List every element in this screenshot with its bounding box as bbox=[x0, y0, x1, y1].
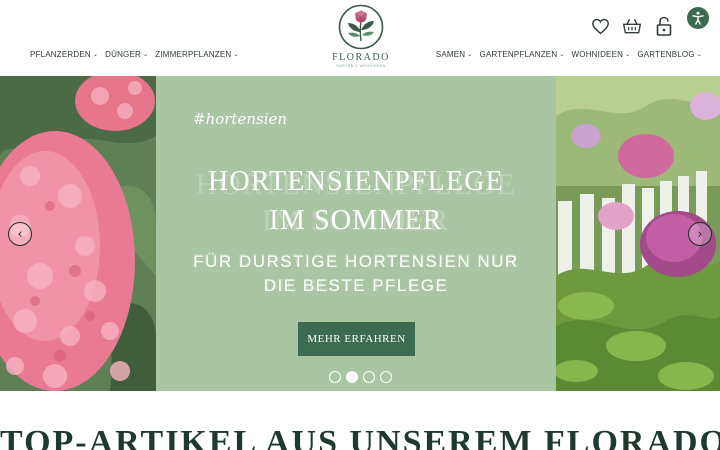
main-nav-right: SAMEN ⌄ GARTENPFLANZEN ⌄ WOHNIDEEN ⌄ GARTEN… bbox=[436, 50, 702, 59]
section-heading-top-articles: TOP-ARTIKEL AUS UNSEREM FLORADO- bbox=[0, 424, 720, 450]
site-header: PFLANZERDEN ⌄ DÜNGER ⌄ ZIMMERPFLANZEN ⌄ FLO… bbox=[0, 0, 720, 76]
hero-hashtag: #hortensien bbox=[193, 110, 288, 128]
slider-prev-button[interactable]: ‹ bbox=[8, 222, 32, 246]
nav-label: GARTENPFLANZEN bbox=[479, 50, 558, 59]
hero-slider: #hortensien HORTENSIENPFLEGE IM SOMMER F… bbox=[0, 76, 720, 391]
nav-item-pflanzerden[interactable]: PFLANZERDEN ⌄ bbox=[30, 50, 98, 59]
chevron-down-icon: ⌄ bbox=[559, 52, 565, 58]
hero-subtitle-line-2: DIE BESTE PFLEGE bbox=[263, 276, 449, 295]
nav-item-gartenpflanzen[interactable]: GARTENPFLANZEN ⌄ bbox=[480, 50, 565, 59]
hero-title-line-1: HORTENSIENPFLEGE bbox=[208, 166, 504, 197]
accessibility-icon[interactable] bbox=[687, 7, 709, 29]
brand-tagline: GARTEN & WOHNIDEEN bbox=[336, 64, 386, 68]
hero-subtitle-line-1: FÜR DURSTIGE HORTENSIEN NUR bbox=[193, 252, 519, 271]
chevron-down-icon: ⌄ bbox=[625, 52, 631, 58]
hero-text-panel: #hortensien HORTENSIENPFLEGE IM SOMMER F… bbox=[156, 76, 556, 391]
slider-pagination bbox=[329, 371, 392, 383]
slider-dot-3[interactable] bbox=[363, 371, 375, 383]
chevron-down-icon: ⌄ bbox=[143, 52, 149, 58]
nav-label: SAMEN bbox=[435, 50, 466, 59]
logo-emblem-icon bbox=[338, 4, 384, 50]
slider-dot-2[interactable] bbox=[346, 371, 358, 383]
chevron-down-icon: ⌄ bbox=[92, 52, 99, 58]
nav-item-duenger[interactable]: DÜNGER ⌄ bbox=[105, 50, 148, 59]
site-logo[interactable]: FLORADO GARTEN & WOHNIDEEN bbox=[332, 4, 390, 68]
slider-next-button[interactable]: › bbox=[688, 222, 712, 246]
nav-item-samen[interactable]: SAMEN ⌄ bbox=[436, 50, 473, 59]
chevron-down-icon: ⌄ bbox=[233, 52, 239, 58]
nav-label: PFLANZERDEN bbox=[30, 50, 91, 59]
nav-label: WOHNIDEEN bbox=[571, 50, 624, 59]
hero-title-line-2: IM SOMMER bbox=[269, 205, 443, 236]
header-icon-group bbox=[590, 16, 674, 36]
slider-dot-4[interactable] bbox=[380, 371, 392, 383]
heart-icon[interactable] bbox=[590, 16, 610, 36]
nav-item-wohnideen[interactable]: WOHNIDEEN ⌄ bbox=[572, 50, 631, 59]
chevron-down-icon: ⌄ bbox=[696, 52, 702, 58]
nav-label: GARTENBLOG bbox=[637, 50, 695, 59]
brand-name: FLORADO bbox=[332, 52, 390, 63]
nav-label: ZIMMERPFLANZEN bbox=[155, 50, 232, 59]
nav-label: DÜNGER bbox=[105, 50, 141, 59]
mehr-erfahren-button[interactable]: MEHR ERFAHREN bbox=[298, 322, 415, 356]
basket-icon[interactable] bbox=[622, 16, 642, 36]
slider-dot-1[interactable] bbox=[329, 371, 341, 383]
main-nav-left: PFLANZERDEN ⌄ DÜNGER ⌄ ZIMMERPFLANZEN ⌄ bbox=[30, 50, 239, 59]
lock-icon[interactable] bbox=[654, 16, 674, 36]
nav-item-gartenblog[interactable]: GARTENBLOG ⌄ bbox=[637, 50, 702, 59]
nav-item-zimmerpflanzen[interactable]: ZIMMERPFLANZEN ⌄ bbox=[155, 50, 238, 59]
chevron-down-icon: ⌄ bbox=[467, 52, 473, 58]
